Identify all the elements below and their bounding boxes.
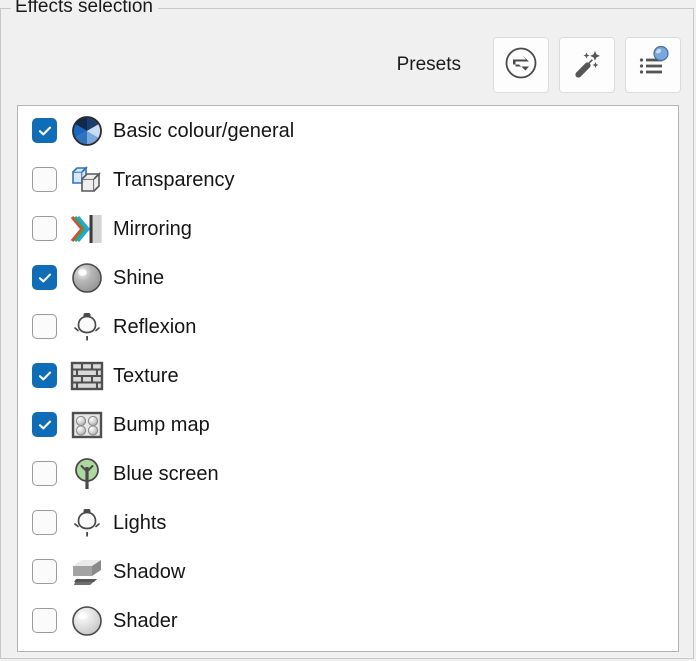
effects-list[interactable]: Basic colour/general Transparency Mirror… bbox=[17, 105, 679, 652]
lightbulb-icon bbox=[67, 307, 107, 347]
list-item[interactable]: Texture bbox=[18, 351, 678, 400]
list-item[interactable]: Shader bbox=[18, 596, 678, 645]
effect-checkbox[interactable] bbox=[32, 167, 57, 192]
list-item-label: Mirroring bbox=[113, 217, 192, 240]
list-item[interactable]: Bump map bbox=[18, 400, 678, 449]
auto-presets-button[interactable] bbox=[559, 37, 615, 93]
groupbox-title: Effects selection bbox=[11, 0, 159, 17]
list-item[interactable]: Lights bbox=[18, 498, 678, 547]
bump-map-icon bbox=[67, 405, 107, 445]
list-sphere-icon bbox=[635, 45, 671, 86]
list-item[interactable]: Transparency bbox=[18, 155, 678, 204]
effect-checkbox[interactable] bbox=[32, 510, 57, 535]
list-item[interactable]: Shadow bbox=[18, 547, 678, 596]
presets-label: Presets bbox=[396, 54, 461, 75]
list-item-label: Reflexion bbox=[113, 315, 197, 338]
effect-checkbox[interactable] bbox=[32, 608, 57, 633]
list-item[interactable]: Blue screen bbox=[18, 449, 678, 498]
list-item-label: Blue screen bbox=[113, 462, 219, 485]
list-item[interactable]: Basic colour/general bbox=[18, 106, 678, 155]
effect-checkbox[interactable] bbox=[32, 216, 57, 241]
presets-toolbar: Presets bbox=[1, 31, 695, 99]
list-item-label: Lights bbox=[113, 511, 167, 534]
shader-sphere-icon bbox=[67, 601, 107, 641]
effect-checkbox[interactable] bbox=[32, 461, 57, 486]
list-item-label: Shadow bbox=[113, 560, 186, 583]
reset-presets-button[interactable] bbox=[493, 37, 549, 93]
presets-list-button[interactable] bbox=[625, 37, 681, 93]
effect-checkbox[interactable] bbox=[32, 314, 57, 339]
colour-wheel-icon bbox=[67, 111, 107, 151]
list-item[interactable]: Reflexion bbox=[18, 302, 678, 351]
list-item-label: Basic colour/general bbox=[113, 119, 295, 142]
effect-checkbox[interactable] bbox=[32, 118, 57, 143]
list-item-label: Texture bbox=[113, 364, 179, 387]
list-item[interactable]: Shine bbox=[18, 253, 678, 302]
shine-sphere-icon bbox=[67, 258, 107, 298]
swap-circle-icon bbox=[503, 45, 539, 86]
effect-checkbox[interactable] bbox=[32, 265, 57, 290]
magic-wand-icon bbox=[569, 45, 605, 86]
mirror-chevron-icon bbox=[67, 209, 107, 249]
shadow-box-icon bbox=[67, 552, 107, 592]
list-item-label: Shader bbox=[113, 609, 178, 632]
effect-checkbox[interactable] bbox=[32, 363, 57, 388]
brick-wall-icon bbox=[67, 356, 107, 396]
effect-checkbox[interactable] bbox=[32, 412, 57, 437]
list-item-label: Bump map bbox=[113, 413, 210, 436]
lightbulb-icon bbox=[67, 503, 107, 543]
effects-selection-groupbox: Effects selection Presets Basic colour/g… bbox=[0, 0, 695, 659]
effect-checkbox[interactable] bbox=[32, 559, 57, 584]
list-item[interactable]: Mirroring bbox=[18, 204, 678, 253]
list-item-label: Transparency bbox=[113, 168, 235, 191]
transparent-cubes-icon bbox=[67, 160, 107, 200]
list-item-label: Shine bbox=[113, 266, 165, 289]
green-tree-icon bbox=[67, 454, 107, 494]
